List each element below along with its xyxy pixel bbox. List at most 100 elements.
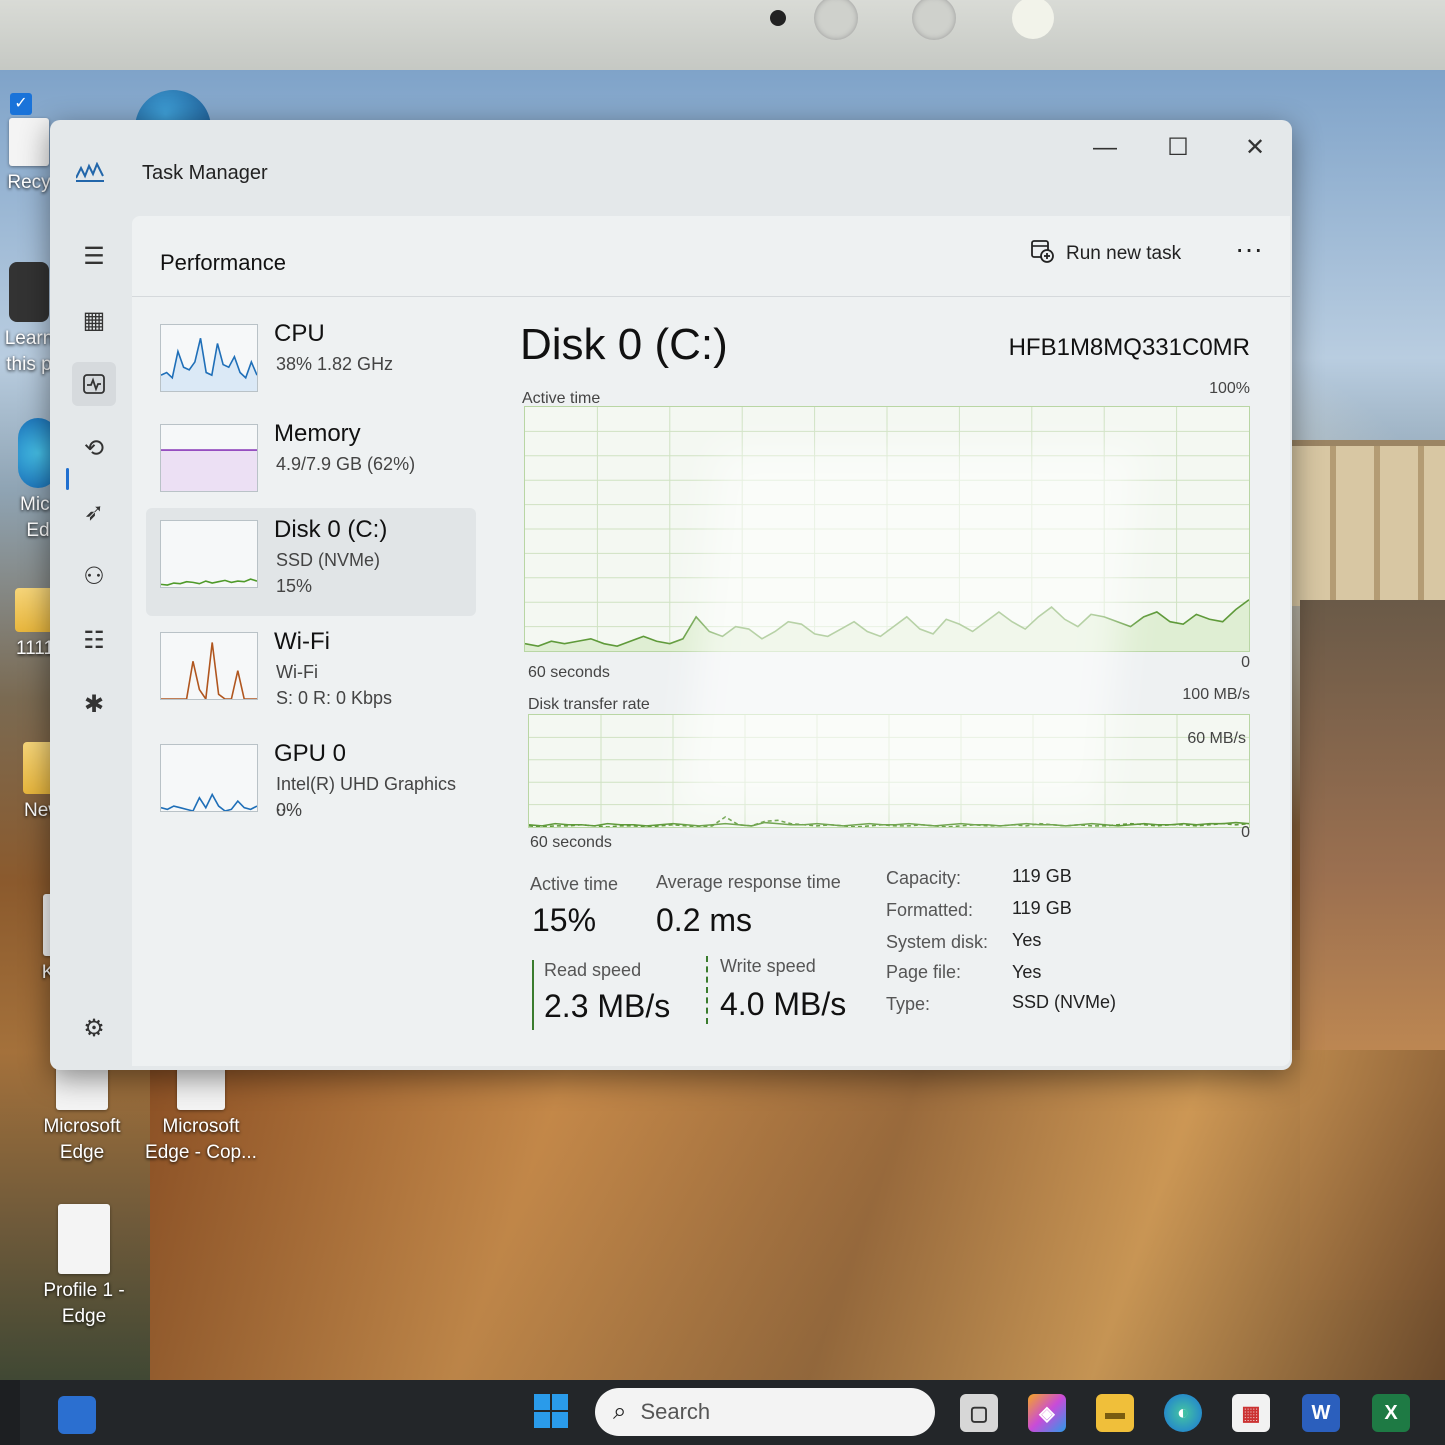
- title-bar[interactable]: Task Manager — ☐ ✕: [50, 120, 1292, 212]
- device-stat: 15%: [276, 576, 313, 596]
- memory-thumb-area: [161, 450, 257, 491]
- app-history-icon[interactable]: ⟲: [72, 426, 116, 470]
- transfer-rate-graph-label: Disk transfer rate: [528, 696, 650, 713]
- task-view-icon[interactable]: ▢: [960, 1394, 998, 1432]
- performance-pane: Performance Run new task ··· CPU 38% 1.8…: [132, 216, 1290, 1066]
- excel-icon[interactable]: X: [1372, 1394, 1410, 1432]
- task-manager-app-icon: [76, 162, 104, 182]
- capacity-key: Capacity:: [886, 868, 962, 888]
- device-bezel: [0, 0, 1445, 80]
- device-memory[interactable]: Memory 4.9/7.9 GB (62%): [146, 412, 476, 520]
- store-icon[interactable]: ▦: [1232, 1394, 1270, 1432]
- device-cpu[interactable]: CPU 38% 1.82 GHz: [146, 312, 476, 420]
- page-file-key: Page file:: [886, 962, 962, 982]
- processes-icon[interactable]: ▦: [72, 298, 116, 342]
- desktop-icon-label: Edge: [61, 1306, 107, 1327]
- minimize-button[interactable]: —: [1075, 128, 1135, 168]
- wallpaper-building: [1292, 440, 1445, 606]
- start-button[interactable]: [532, 1392, 570, 1430]
- gpu-thumbnail: [160, 744, 258, 812]
- type-key: Type:: [886, 994, 931, 1014]
- active-time-min-label: 0: [1241, 654, 1250, 671]
- details-icon[interactable]: ☷: [72, 618, 116, 662]
- device-name: Disk 0 (C:): [274, 516, 388, 543]
- widgets-icon[interactable]: [58, 1396, 96, 1434]
- gpu-thumb-line: [160, 792, 258, 812]
- device-type: SSD (NVMe): [276, 550, 381, 570]
- startup-apps-icon[interactable]: ➶: [72, 490, 116, 534]
- disk-model: HFB1M8MQ331C0MR: [1008, 334, 1250, 361]
- desktop-icon-label: this p: [6, 354, 52, 375]
- device-disk0[interactable]: Disk 0 (C:) SSD (NVMe) 15%: [146, 508, 476, 616]
- taskbar: ⌕ Search ▢ ◈ ▬ ◐ ▦ W X: [20, 1380, 1445, 1445]
- avg-response-label: Average response time: [656, 872, 841, 892]
- device-wifi[interactable]: Wi-Fi Wi-Fi S: 0 R: 0 Kbps: [146, 620, 476, 728]
- services-icon[interactable]: ✱: [72, 682, 116, 726]
- wallpaper-cliff: [150, 1050, 1445, 1380]
- device-gpu[interactable]: GPU 0 Intel(R) UHD Graphics ... 0%: [146, 732, 476, 840]
- settings-gear-icon[interactable]: ⚙: [72, 1006, 116, 1050]
- read-speed-value: 2.3 MB/s: [544, 988, 671, 1024]
- transfer-rate-max-label: 100 MB/s: [1182, 686, 1250, 703]
- maximize-button[interactable]: ☐: [1148, 128, 1208, 168]
- desktop-icon-label: Edge: [59, 1142, 105, 1163]
- run-new-task-button[interactable]: Run new task: [1030, 232, 1181, 276]
- search-placeholder: Search: [640, 1399, 711, 1424]
- transfer-rate-min-label: 0: [1241, 824, 1250, 841]
- device-stat: S: 0 R: 0 Kbps: [276, 688, 393, 708]
- more-options-icon[interactable]: ···: [1227, 232, 1271, 276]
- performance-icon[interactable]: [72, 362, 116, 406]
- window-title: Task Manager: [142, 162, 268, 184]
- device-name: Wi-Fi: [274, 628, 330, 655]
- cpu-thumbnail: [160, 324, 258, 392]
- type-value: SSD (NVMe): [1012, 992, 1117, 1012]
- desktop-icon-label: Profile 1 -: [43, 1280, 125, 1301]
- header-divider: [132, 296, 1290, 297]
- graph-time-label: 60 seconds: [528, 664, 610, 681]
- desktop-icon-learn[interactable]: Learn this p: [4, 262, 54, 378]
- disk-title: Disk 0 (C:): [520, 320, 728, 369]
- sensor: [912, 0, 956, 40]
- disk-thumbnail: [160, 520, 258, 588]
- capacity-value: 119 GB: [1012, 866, 1072, 886]
- navigation-sidebar: ☰ ▦ ⟲ ➶ ⚇ ☷ ✱ ⚙: [50, 212, 130, 1068]
- read-speed-label: Read speed: [544, 960, 642, 980]
- desktop-icon-profile-edge[interactable]: Profile 1 - Edge: [30, 1204, 138, 1330]
- desktop-icon-label: Recy: [7, 172, 51, 193]
- avg-response-value: 0.2 ms: [656, 902, 753, 938]
- close-button[interactable]: ✕: [1225, 128, 1285, 168]
- camera-dot: [770, 10, 786, 26]
- write-speed-value: 4.0 MB/s: [720, 986, 847, 1022]
- desktop-icon-label: Learn: [4, 328, 54, 349]
- memory-thumbnail: [160, 424, 258, 492]
- disk-thumb-line: [160, 578, 258, 586]
- transfer-rate-mid-label: 60 MB/s: [1187, 730, 1246, 747]
- device-name: Memory: [274, 420, 361, 447]
- word-icon[interactable]: W: [1302, 1394, 1340, 1432]
- users-icon[interactable]: ⚇: [72, 554, 116, 598]
- device-name: GPU 0: [274, 740, 347, 767]
- task-manager-window[interactable]: Task Manager — ☐ ✕ ☰ ▦ ⟲ ➶ ⚇ ☷ ✱ ⚙ Perfo…: [50, 120, 1292, 1070]
- copilot-icon[interactable]: ◈: [1028, 1394, 1066, 1432]
- selection-checkbox[interactable]: ✓: [10, 93, 32, 115]
- desktop-icon-label: Edge - Cop...: [145, 1142, 257, 1163]
- graph-time-label: 60 seconds: [530, 834, 612, 851]
- device-name: CPU: [274, 320, 325, 347]
- file-explorer-icon[interactable]: ▬: [1096, 1394, 1134, 1432]
- taskbar-search-box[interactable]: ⌕ Search: [595, 1388, 935, 1436]
- sensor: [814, 0, 858, 40]
- active-indicator: [66, 468, 69, 490]
- desktop-icon-label: Microsoft: [43, 1116, 121, 1137]
- desktop-icon-label: Microsoft: [162, 1116, 240, 1137]
- formatted-value: 119 GB: [1012, 898, 1072, 918]
- page-file-value: Yes: [1012, 962, 1042, 982]
- edge-icon[interactable]: ◐: [1164, 1394, 1202, 1432]
- read-speed-marker: [532, 960, 534, 1030]
- wifi-thumbnail: [160, 632, 258, 702]
- device-stat: 38% 1.82 GHz: [276, 354, 394, 374]
- ir-light: [1012, 0, 1054, 39]
- device-stat: 4.9/7.9 GB (62%): [276, 454, 416, 474]
- page-title: Performance: [160, 250, 286, 275]
- hamburger-menu-icon[interactable]: ☰: [72, 234, 116, 278]
- desktop-icon-recycle-bin[interactable]: Recy: [4, 118, 54, 196]
